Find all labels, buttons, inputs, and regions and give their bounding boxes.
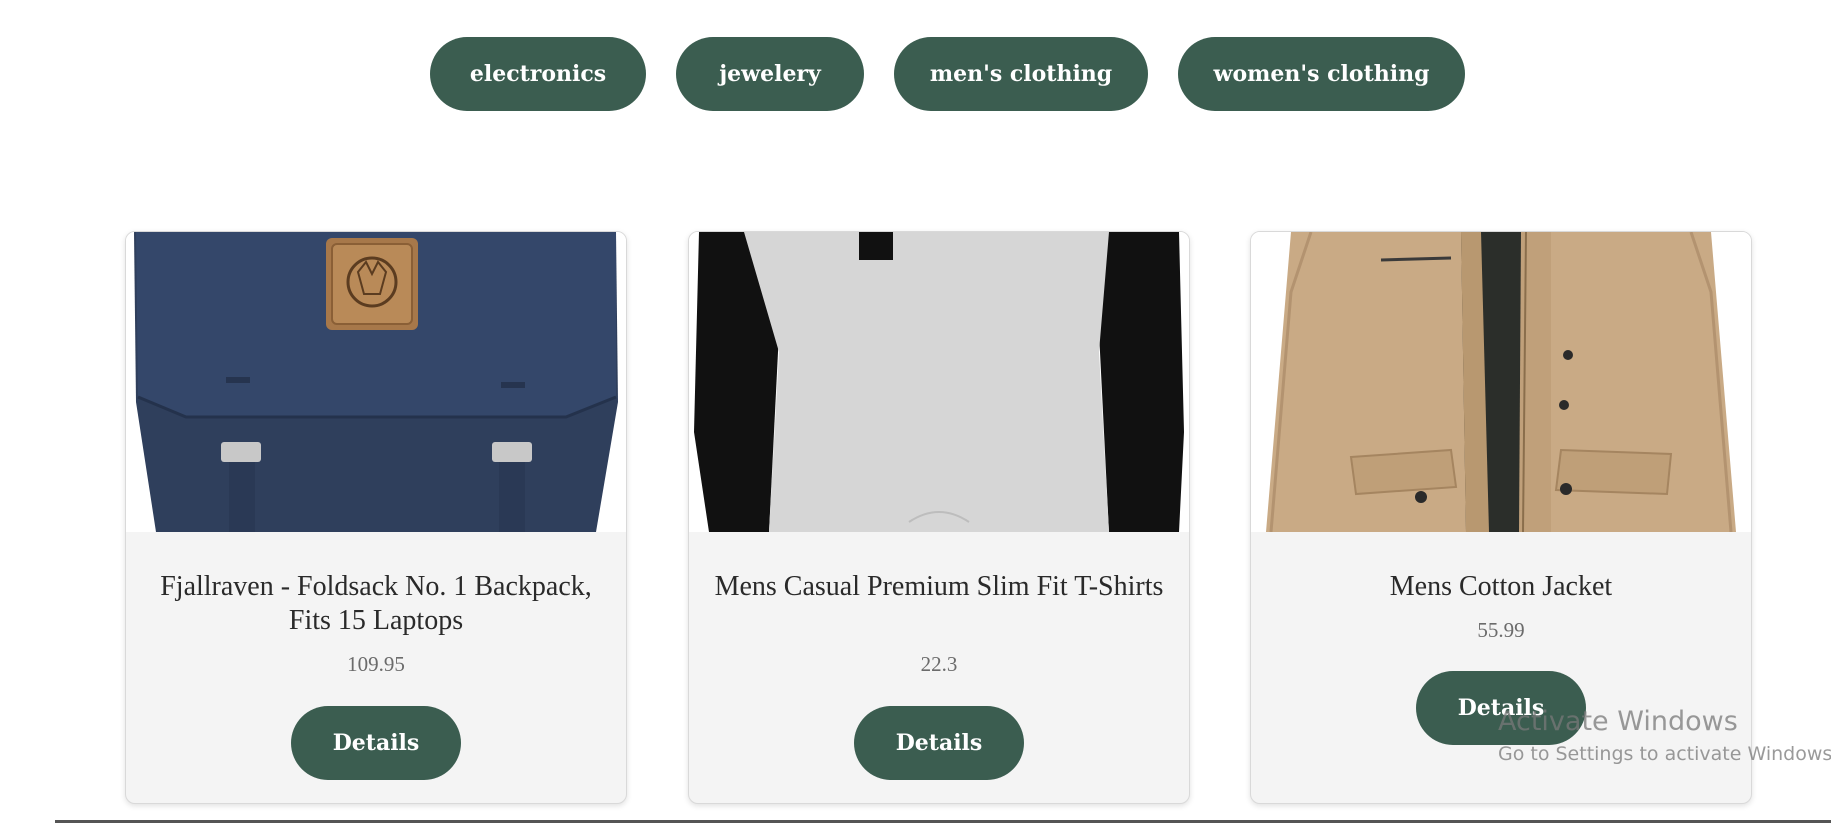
- details-button[interactable]: Details: [1416, 671, 1586, 745]
- product-grid: Fjallraven - Foldsack No. 1 Backpack, Fi…: [0, 231, 1831, 804]
- product-title: Mens Cotton Jacket: [1389, 571, 1613, 602]
- details-button[interactable]: Details: [291, 706, 461, 780]
- details-button[interactable]: Details: [854, 706, 1024, 780]
- backpack-image-icon: [126, 232, 626, 532]
- product-card: Fjallraven - Foldsack No. 1 Backpack, Fi…: [125, 231, 627, 804]
- jacket-image: [1251, 232, 1751, 532]
- page: electronics jewelery men's clothing wome…: [0, 0, 1831, 823]
- product-card: Mens Casual Premium Slim Fit T-Shirts 22…: [688, 231, 1190, 804]
- product-price: 109.95: [347, 652, 405, 676]
- category-button-mens-clothing[interactable]: men's clothing: [894, 37, 1148, 111]
- category-filter-bar: electronics jewelery men's clothing wome…: [0, 37, 1831, 111]
- category-button-jewelery[interactable]: jewelery: [676, 37, 864, 111]
- product-price: 55.99: [1477, 618, 1525, 642]
- tshirt-image-icon: [689, 232, 1189, 532]
- category-button-electronics[interactable]: electronics: [430, 37, 646, 111]
- product-title: Fjallraven - Foldsack No. 1 Backpack, Fi…: [160, 571, 592, 636]
- backpack-image: [126, 232, 626, 532]
- jacket-image-icon: [1251, 232, 1751, 532]
- product-card: Mens Cotton Jacket 55.99 Details: [1250, 231, 1752, 804]
- product-price: 22.3: [920, 652, 958, 676]
- tshirt-image: [689, 232, 1189, 532]
- category-button-womens-clothing[interactable]: women's clothing: [1178, 37, 1465, 111]
- product-title: Mens Casual Premium Slim Fit T-Shirts: [714, 571, 1164, 602]
